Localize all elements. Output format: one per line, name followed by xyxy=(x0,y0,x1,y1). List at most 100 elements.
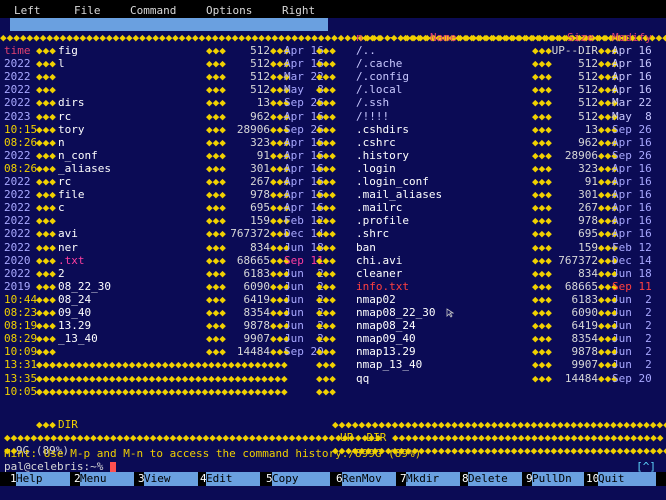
right-row-size: 512 xyxy=(578,70,598,84)
right-row-name: /.config xyxy=(356,70,409,84)
fkey-edit[interactable]: Edit xyxy=(206,472,260,486)
right-table-row[interactable]: .history ◆◆◆ 28906 ◆◆◆ Sep 26 xyxy=(0,149,666,162)
right-table-row[interactable]: .mail_aliases ◆◆◆ 301 ◆◆◆ Apr 16 xyxy=(0,188,666,201)
right-table-row[interactable]: chi.avi ◆◆◆ 767372 ◆◆◆ Dec 14 xyxy=(0,254,666,267)
right-table-row[interactable]: .shrc ◆◆◆ 695 ◆◆◆ Apr 16 xyxy=(0,227,666,240)
menu-command[interactable]: Command xyxy=(130,4,176,17)
right-table-row[interactable]: /.. ◆◆◆ UP--DIR ◆◆◆ Apr 16 xyxy=(0,44,666,57)
right-row-size: 9907 xyxy=(571,358,599,372)
right-row-glyph: ◆◆◆ xyxy=(532,201,552,215)
right-row-date: May 8 xyxy=(612,109,652,123)
right-row-name: nmap09_40 xyxy=(356,332,416,346)
right-row-size: 962 xyxy=(578,135,598,149)
right-row-name: chi.avi xyxy=(356,253,403,267)
right-row-size: 834 xyxy=(578,266,598,280)
right-table-row[interactable]: /!!!! ◆◆◆ 512 ◆◆◆ May 8 xyxy=(0,110,666,123)
right-row-size: 13 xyxy=(584,122,598,136)
left-panel-path[interactable]: ~/. ◆◆◆◆◆◆◆◆◆◆◆◆◆◆◆◆◆◆◆◆◆◆◆◆◆◆◆◆◆◆ UP--D… xyxy=(10,18,361,44)
function-key-bar: 1 Help 2 Menu 3 View 4 Edit 5 Copy 6 RenMov 7M… xyxy=(0,472,666,486)
right-row-date: Sep 20 xyxy=(612,371,652,385)
right-row-name: nmap08_24 xyxy=(356,319,416,333)
fkey-view[interactable]: View xyxy=(144,472,198,486)
right-row-name: .shrc xyxy=(356,227,390,241)
right-row-glyph: ◆◆◆ xyxy=(532,358,552,372)
right-table-row[interactable]: .cshrc ◆◆◆ 962 ◆◆◆ Apr 16 xyxy=(0,136,666,149)
right-row-name: .cshdirs xyxy=(356,122,409,136)
fkey-copy[interactable]: Copy xyxy=(272,472,330,486)
fkey-pulldn[interactable]: PullDn xyxy=(532,472,584,486)
left-table-row[interactable]: 10:05 ◆◆◆ ◆◆◆◆◆◆◆◆◆◆◆◆◆◆◆◆◆◆◆◆◆◆◆◆◆◆◆◆◆◆◆◆… xyxy=(0,385,666,398)
right-table-row[interactable]: nmap13.29 ◆◆◆ 9878 ◆◆◆ Jun 2 xyxy=(0,345,666,358)
header-name: Name xyxy=(430,31,457,44)
right-row-date: Sep 26 xyxy=(612,148,652,162)
right-table-row[interactable]: /.config ◆◆◆ 512 ◆◆◆ Apr 16 xyxy=(0,70,666,83)
fkey-quit[interactable]: Quit xyxy=(598,472,656,486)
right-row-glyph: ◆◆◆ xyxy=(532,57,552,71)
menu-file[interactable]: File xyxy=(74,4,101,17)
right-panel-path[interactable]: ◆◆◆ ~ ◆◆◆◆◆◆◆◆◆◆◆◆◆◆◆◆◆◆◆◆◆◆◆◆◆◆◆◆◆◆◆◆◆◆ xyxy=(336,18,658,44)
right-row-size: 14484 xyxy=(564,371,598,385)
right-table-row[interactable]: nmap02 ◆◆◆ 6183 ◆◆◆ Jun 2 xyxy=(0,293,666,306)
right-table-row[interactable]: info.txt ◆◆◆ 68665 ◆◆◆ Sep 11 xyxy=(0,280,666,293)
right-row-date: Jun 2 xyxy=(612,332,652,346)
right-row-name: nmap08_22_30 xyxy=(356,306,436,319)
right-row-glyph: ◆◆◆ xyxy=(532,306,552,319)
right-row-glyph: ◆◆◆ xyxy=(532,345,552,359)
terminal-screen: Left File Command Options Right ~/. ◆◆◆◆… xyxy=(0,0,666,500)
right-row-size: 159 xyxy=(578,240,598,254)
right-row-date: Mar 22 xyxy=(612,96,652,110)
hint-text: Hint: Use M-p and M-n to access the comm… xyxy=(4,447,349,460)
menu-left[interactable]: Left xyxy=(14,4,41,17)
right-row-glyph: ◆◆◆ xyxy=(532,266,552,280)
right-row-size: 91 xyxy=(584,175,598,188)
right-row-name: .history xyxy=(356,148,409,162)
right-table-row[interactable]: nmap08_22_30 ◆◆◆ 6090 ◆◆◆ Jun 2 xyxy=(0,306,666,319)
right-row-date: Jun 2 xyxy=(612,292,652,306)
fkey-mkdir[interactable]: Mkdir xyxy=(406,472,460,486)
fkey-delete[interactable]: Delete xyxy=(468,472,522,486)
menu-right[interactable]: Right xyxy=(282,4,315,17)
right-table-row[interactable]: nmap_13_40 ◆◆◆ 9907 ◆◆◆ Jun 2 xyxy=(0,358,666,371)
right-row-name: /!!!! xyxy=(356,109,390,123)
left-row-time: 10:05 xyxy=(4,384,38,398)
right-row-glyph: ◆◆◆ xyxy=(532,70,552,84)
right-table-row[interactable]: /.local ◆◆◆ 512 ◆◆◆ Apr 16 xyxy=(0,83,666,96)
right-table-row[interactable]: .profile ◆◆◆ 978 ◆◆◆ Apr 16 xyxy=(0,214,666,227)
fkey-help[interactable]: Help xyxy=(16,472,70,486)
right-row-name: /.ssh xyxy=(356,96,390,110)
right-row-size: 301 xyxy=(578,188,598,202)
fkey-renmov[interactable]: RenMov xyxy=(342,472,396,486)
right-row-date: Jun 18 xyxy=(612,266,652,280)
right-table-row[interactable]: ban ◆◆◆ 159 ◆◆◆ Feb 12 xyxy=(0,241,666,254)
fkey-menu[interactable]: Menu xyxy=(80,472,134,486)
header-size: Size xyxy=(567,31,594,44)
right-row-size: 512 xyxy=(578,57,598,71)
right-table-row[interactable]: .mailrc ◆◆◆ 267 ◆◆◆ Apr 16 xyxy=(0,201,666,214)
right-table-row[interactable]: qq ◆◆◆ 14484 ◆◆◆ Sep 20 xyxy=(0,372,666,385)
right-row-glyph: ◆◆◆ xyxy=(532,214,552,228)
hint-line: Hint: Use M-p and M-n to access the comm… xyxy=(4,447,421,460)
right-panel-header: n Name Size Modify xyxy=(0,31,666,44)
right-table-row[interactable]: cleaner ◆◆◆ 834 ◆◆◆ Jun 18 xyxy=(0,267,666,280)
right-row-date: Apr 16 xyxy=(612,70,652,84)
right-row-date: Apr 16 xyxy=(612,175,652,188)
right-table-row[interactable]: .cshdirs ◆◆◆ 13 ◆◆◆ Sep 26 xyxy=(0,123,666,136)
right-row-size: 28906 xyxy=(564,148,598,162)
panel-bottom-border: ◆◆◆◆◆◆◆◆◆◆◆◆◆◆◆◆◆◆◆◆◆◆◆◆◆◆◆◆◆◆◆◆◆◆◆◆◆◆◆◆… xyxy=(4,431,664,444)
right-table-row[interactable]: nmap09_40 ◆◆◆ 8354 ◆◆◆ Jun 2 xyxy=(0,332,666,345)
right-row-size: 695 xyxy=(578,227,598,241)
right-row-name: qq xyxy=(356,371,370,385)
right-table-row[interactable]: /.ssh ◆◆◆ 512 ◆◆◆ Mar 22 xyxy=(0,96,666,109)
right-table-row[interactable]: .login ◆◆◆ 323 ◆◆◆ Apr 16 xyxy=(0,162,666,175)
right-table-row[interactable]: /.cache ◆◆◆ 512 ◆◆◆ Apr 16 xyxy=(0,57,666,70)
right-row-date: Apr 16 xyxy=(612,135,652,149)
right-row-date: Sep 11 xyxy=(612,279,652,293)
right-table-row[interactable]: nmap08_24 ◆◆◆ 6419 ◆◆◆ Jun 2 xyxy=(0,319,666,332)
right-row-glyph: ◆◆◆ xyxy=(532,253,552,267)
right-row-glyph: ◆◆◆ xyxy=(532,122,552,136)
right-row-glyph: ◆◆◆ xyxy=(532,161,552,175)
menu-options[interactable]: Options xyxy=(206,4,252,17)
header-modify: Modify xyxy=(612,31,652,44)
right-table-row[interactable]: .login_conf ◆◆◆ 91 ◆◆◆ Apr 16 xyxy=(0,175,666,188)
right-row-glyph: ◆◆◆ xyxy=(532,240,552,254)
